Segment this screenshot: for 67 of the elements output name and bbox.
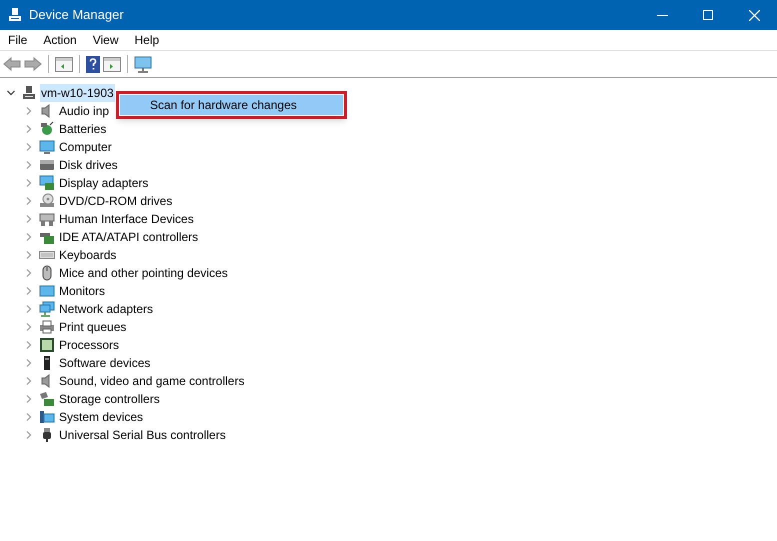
tree-item[interactable]: Universal Serial Bus controllers	[58, 426, 227, 444]
monitor-icon[interactable]	[134, 56, 152, 72]
expand-chevron-icon[interactable]	[25, 125, 33, 133]
tree-item[interactable]: Disk drives	[58, 156, 119, 174]
back-arrow-icon[interactable]	[3, 57, 21, 71]
display-card-icon	[39, 175, 55, 191]
menu-item[interactable]: File	[2, 31, 34, 49]
expand-chevron-icon[interactable]	[25, 431, 33, 439]
collapse-chevron-icon[interactable]	[7, 89, 15, 97]
tree-item[interactable]: IDE ATA/ATAPI controllers	[58, 228, 200, 246]
expand-chevron-icon[interactable]	[25, 323, 33, 331]
monitor-icon	[39, 139, 55, 155]
window-icon[interactable]	[55, 56, 73, 72]
expand-chevron-icon[interactable]	[25, 197, 33, 205]
expand-chevron-icon[interactable]	[25, 233, 33, 241]
expand-chevron-icon[interactable]	[25, 413, 33, 421]
tree-item[interactable]: Network adapters	[58, 300, 154, 318]
printer-icon	[39, 319, 55, 335]
menu-item[interactable]: Scan for hardware changes	[120, 95, 343, 115]
expand-chevron-icon[interactable]	[25, 377, 33, 385]
network-icon	[39, 301, 55, 317]
tree-item[interactable]: Sound, video and game controllers	[58, 372, 246, 390]
tree-item[interactable]: Processors	[58, 336, 120, 354]
expand-chevron-icon[interactable]	[25, 359, 33, 367]
tree-item[interactable]: Software devices	[58, 354, 152, 372]
storage-card-icon	[39, 391, 55, 407]
expand-chevron-icon[interactable]	[25, 305, 33, 313]
tree-item[interactable]: Print queues	[58, 318, 128, 336]
tree-item[interactable]: Human Interface Devices	[58, 210, 195, 228]
menu-item[interactable]: Action	[37, 31, 83, 49]
monitor-icon	[39, 283, 55, 299]
menu-item[interactable]: View	[86, 31, 124, 49]
expand-chevron-icon[interactable]	[25, 269, 33, 277]
chip-icon	[39, 337, 55, 353]
computer-icon	[22, 86, 36, 100]
computer-icon	[8, 8, 22, 22]
expand-chevron-icon[interactable]	[25, 251, 33, 259]
tree-item[interactable]: DVD/CD-ROM drives	[58, 192, 174, 210]
window-title: Device Manager	[29, 6, 124, 24]
minimize-icon	[656, 14, 668, 16]
tree-item[interactable]: Display adapters	[58, 174, 150, 192]
window-icon[interactable]	[103, 56, 121, 72]
system-icon	[39, 409, 55, 425]
expand-chevron-icon[interactable]	[25, 395, 33, 403]
expand-chevron-icon[interactable]	[25, 287, 33, 295]
tree-item[interactable]: Monitors	[58, 282, 106, 300]
tree-item[interactable]: Keyboards	[58, 246, 118, 264]
menu-item[interactable]: Help	[128, 31, 166, 49]
expand-chevron-icon[interactable]	[25, 161, 33, 169]
maximize-icon	[703, 10, 713, 20]
help-icon[interactable]	[86, 56, 100, 72]
expand-chevron-icon[interactable]	[25, 143, 33, 151]
expand-chevron-icon[interactable]	[25, 215, 33, 223]
tree-item[interactable]: Computer	[58, 138, 113, 156]
expand-chevron-icon[interactable]	[25, 107, 33, 115]
expand-chevron-icon[interactable]	[25, 179, 33, 187]
disk-drive-icon	[39, 157, 55, 173]
tree-item[interactable]: Audio inp	[58, 102, 110, 120]
tree-item[interactable]: System devices	[58, 408, 144, 426]
close-icon	[748, 10, 760, 20]
tree-item[interactable]: vm-w10-1903	[40, 84, 115, 102]
disc-icon	[39, 193, 55, 209]
expand-chevron-icon[interactable]	[25, 341, 33, 349]
forward-arrow-icon[interactable]	[24, 57, 42, 71]
tree-item[interactable]: Batteries	[58, 120, 108, 138]
tree-item[interactable]: Storage controllers	[58, 390, 161, 408]
tree-item[interactable]: Mice and other pointing devices	[58, 264, 229, 282]
